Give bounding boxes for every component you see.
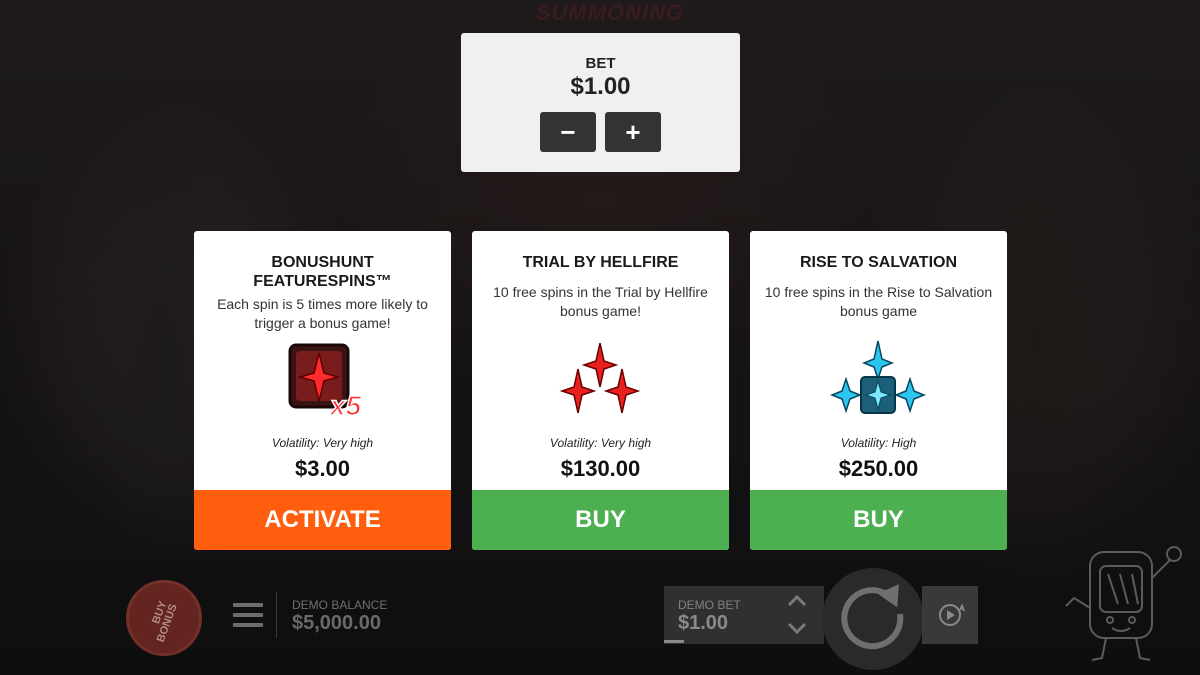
blue-crosses-icon: [829, 340, 927, 414]
volatility-text: Volatility: Very high: [271, 436, 374, 450]
red-block-x5-icon: x5: [288, 343, 362, 422]
slot-machine-mascot-icon: [1065, 546, 1182, 661]
activate-button[interactable]: ACTIVATE: [194, 490, 451, 550]
price-text: $3.00: [294, 456, 351, 481]
demo-bet-value: $1.00: [678, 612, 729, 634]
volatility-text: Volatility: High: [840, 436, 917, 450]
menu-icon[interactable]: [233, 603, 263, 627]
card-title: RISE TO SALVATION: [799, 254, 958, 271]
buy-bonus-label: BUY BONUS: [139, 595, 190, 644]
card-title-line2: FEATURESPINS™: [253, 273, 392, 290]
price-text: $130.00: [560, 456, 641, 481]
autoplay-button[interactable]: [922, 586, 978, 644]
rise-to-salvation-card: RISE TO SALVATION 10 free spins in the R…: [750, 231, 1007, 550]
bet-value: $1.00: [570, 73, 631, 100]
card-title: BONUSHUNT FEATURESPINS™: [204, 253, 441, 291]
buy-trial-button[interactable]: BUY: [472, 490, 729, 550]
chevron-up-icon[interactable]: [786, 594, 808, 608]
card-description: Each spin is 5 times more likely to trig…: [217, 296, 428, 331]
trial-by-hellfire-card: TRIAL BY HELLFIRE 10 free spins in the T…: [472, 231, 729, 550]
card-title-line1: BONUSHUNT: [271, 254, 374, 271]
bar-divider: [276, 592, 277, 638]
spin-button[interactable]: [822, 568, 924, 670]
volatility-text: Volatility: Very high: [549, 436, 652, 450]
bet-controls: − +: [461, 112, 740, 152]
bet-label: BET: [585, 55, 616, 72]
demo-balance-label: DEMO BALANCE: [292, 598, 388, 612]
buy-bonus-button[interactable]: BUY BONUS: [126, 580, 202, 656]
card-description: 10 free spins in the Trial by Hellfire b…: [493, 284, 708, 319]
bet-indicator: [664, 640, 684, 643]
card-title: TRIAL BY HELLFIRE: [522, 254, 679, 271]
increase-bet-button[interactable]: +: [605, 112, 661, 152]
price-text: $250.00: [838, 456, 919, 481]
bet-panel: BET $1.00 − +: [461, 33, 740, 172]
svg-text:x5: x5: [328, 390, 362, 421]
decrease-bet-button[interactable]: −: [540, 112, 596, 152]
card-description: 10 free spins in the Rise to Salvation b…: [764, 284, 993, 319]
bonushunt-card: BONUSHUNT FEATURESPINS™ Each spin is 5 t…: [194, 231, 451, 550]
chevron-down-icon[interactable]: [786, 621, 808, 635]
buy-salvation-button[interactable]: BUY: [750, 490, 1007, 550]
demo-bet-label: DEMO BET: [678, 598, 741, 612]
red-crosses-icon: [559, 342, 641, 414]
demo-balance-value: $5,000.00: [292, 612, 381, 634]
